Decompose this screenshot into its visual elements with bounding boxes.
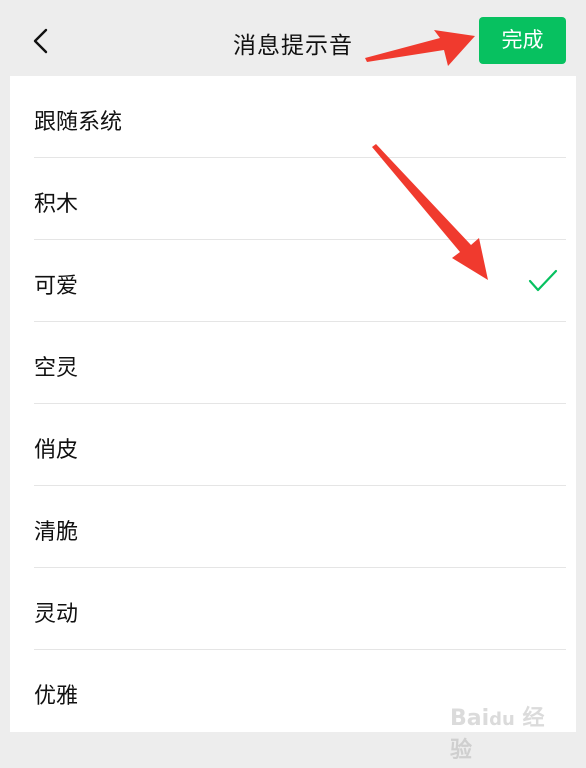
sound-list: 跟随系统 积木 可爱 空灵 俏皮 清脆 灵动 优雅	[10, 76, 576, 732]
list-item-label: 优雅	[34, 684, 79, 709]
list-item-label: 灵动	[34, 602, 79, 627]
settings-screen: 消息提示音 完成 跟随系统 积木 可爱 空灵 俏皮 清脆 灵动 优雅	[10, 0, 576, 768]
navigation-bar: 消息提示音 完成	[10, 0, 576, 76]
list-item[interactable]: 优雅	[10, 650, 576, 732]
done-button[interactable]: 完成	[479, 17, 566, 64]
list-item[interactable]: 清脆	[10, 486, 576, 568]
list-item-label: 俏皮	[34, 438, 79, 463]
list-item-label: 可爱	[34, 274, 79, 299]
list-item-label: 空灵	[34, 356, 79, 381]
list-item[interactable]: 灵动	[10, 568, 576, 650]
list-item-label: 积木	[34, 192, 79, 217]
list-item[interactable]: 跟随系统	[10, 76, 576, 158]
list-item[interactable]: 空灵	[10, 322, 576, 404]
list-item-label: 跟随系统	[34, 110, 123, 135]
checkmark-icon	[528, 269, 558, 292]
list-item[interactable]: 积木	[10, 158, 576, 240]
list-item[interactable]: 俏皮	[10, 404, 576, 486]
list-item[interactable]: 可爱	[10, 240, 576, 322]
list-item-label: 清脆	[34, 520, 79, 545]
bottom-area	[10, 732, 576, 768]
